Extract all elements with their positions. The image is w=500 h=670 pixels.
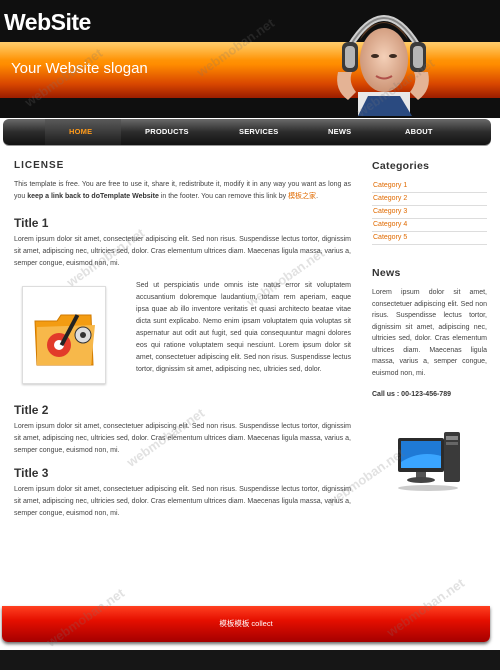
section-text-1: Lorem ipsum dolor sit amet, consectetuer…	[14, 236, 351, 267]
computer-image	[398, 432, 460, 491]
section-title-3: Title 3	[14, 466, 49, 480]
section-title-2: Title 2	[14, 403, 49, 417]
news-title: News	[372, 267, 401, 279]
section-title-1: Title 1	[14, 216, 49, 230]
template-home-link[interactable]: 模板之家	[288, 193, 316, 200]
license-text: This template is free. You are free to u…	[14, 179, 351, 203]
nav-item-home[interactable]: HOME	[69, 127, 92, 136]
site-slogan: Your Website slogan	[11, 60, 148, 77]
nav-item-products[interactable]: PRODUCTS	[145, 127, 189, 136]
category-link-2[interactable]: Category 2	[372, 193, 487, 206]
license-text-part-2: in the footer. You can remove this link …	[158, 193, 289, 200]
bottom-strip	[0, 650, 500, 670]
main-nav: HOME PRODUCTS SERVICES NEWS ABOUT	[0, 118, 500, 148]
site-logo[interactable]: WebSite	[4, 9, 91, 36]
categories-title: Categories	[372, 160, 430, 172]
header: WebSite Your Website slogan	[0, 0, 500, 118]
headphone-girl-image	[337, 15, 429, 116]
music-folder-image	[22, 286, 106, 384]
category-link-3[interactable]: Category 3	[372, 206, 487, 219]
nav-item-services[interactable]: SERVICES	[239, 127, 278, 136]
sidebar: Categories Category 1 Category 2 Categor…	[372, 160, 487, 491]
license-text-part-3: .	[316, 193, 319, 200]
license-title: LICENSE	[14, 160, 65, 171]
license-strong-link[interactable]: keep a link back to doTemplate Website	[27, 193, 159, 200]
category-link-5[interactable]: Category 5	[372, 232, 487, 245]
category-link-4[interactable]: Category 4	[372, 219, 487, 232]
nav-item-about[interactable]: ABOUT	[405, 127, 433, 136]
news-text: Lorem ipsum dolor sit amet, consectetuer…	[372, 289, 487, 377]
nav-item-news[interactable]: NEWS	[328, 127, 351, 136]
category-link-1[interactable]: Category 1	[372, 180, 487, 193]
image-text-block: Sed ut perspiciatis unde omnis iste natu…	[14, 280, 351, 394]
footer-text[interactable]: 模板模板 collect	[2, 618, 490, 629]
section-text-2: Lorem ipsum dolor sit amet, consectetuer…	[14, 423, 351, 454]
footer: 模板模板 collect	[2, 606, 490, 642]
nav-bar: HOME PRODUCTS SERVICES NEWS ABOUT	[3, 119, 491, 145]
category-list: Category 1 Category 2 Category 3 Categor…	[372, 180, 487, 245]
call-us-text: Call us : 00-123-456-789	[372, 391, 451, 398]
main-content: LICENSE This template is free. You are f…	[14, 160, 351, 520]
section-text-3: Lorem ipsum dolor sit amet, consectetuer…	[14, 486, 351, 517]
image-block-text: Sed ut perspiciatis unde omnis iste natu…	[136, 282, 351, 373]
